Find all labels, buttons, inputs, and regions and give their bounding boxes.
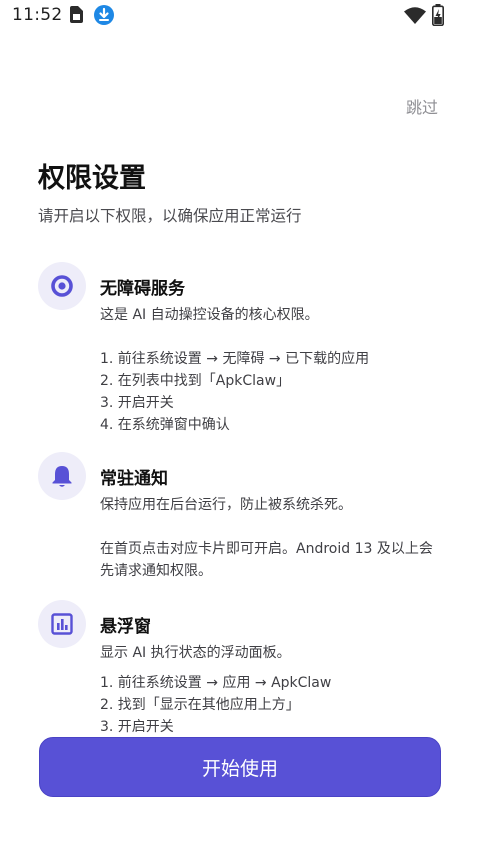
permission-steps: 1. 前往系统设置 → 应用 → ApkClaw 2. 找到「显示在其他应用上方…: [100, 672, 445, 734]
step-item: 2. 找到「显示在其他应用上方」: [100, 697, 300, 713]
bell-icon: [38, 452, 86, 500]
permission-note: 在首页点击对应卡片即可开启。Android 13 及以上会先请求通知权限。: [100, 541, 433, 579]
radio-target-icon: [38, 262, 86, 310]
skip-button[interactable]: 跳过: [406, 94, 438, 118]
permission-steps: 1. 前往系统设置 → 无障碍 → 已下载的应用 2. 在列表中找到「ApkCl…: [100, 348, 445, 436]
start-button[interactable]: 开始使用: [39, 737, 441, 797]
bar-chart-icon: [38, 600, 86, 648]
step-item: 1. 前往系统设置 → 无障碍 → 已下载的应用: [100, 351, 370, 367]
permission-setup-screen: 11:52 跳过 权限设置 请开启以下权限，以确保应用正常运行 无障碍服务 这是…: [0, 0, 480, 855]
permission-item-overlay: 悬浮窗 显示 AI 执行状态的浮动面板。 1. 前往系统设置 → 应用 → Ap…: [38, 600, 448, 734]
permission-item-notification: 常驻通知 保持应用在后台运行，防止被系统杀死。 在首页点击对应卡片即可开启。An…: [38, 452, 448, 582]
status-time: 11:52: [12, 5, 63, 25]
step-item: 3. 开启开关: [100, 395, 174, 411]
permission-description: 显示 AI 执行状态的浮动面板。: [100, 645, 291, 661]
step-item: 1. 前往系统设置 → 应用 → ApkClaw: [100, 675, 332, 691]
permission-title: 无障碍服务: [100, 279, 185, 299]
page-subtitle: 请开启以下权限，以确保应用正常运行: [38, 207, 302, 225]
download-icon: [94, 5, 114, 29]
step-item: 4. 在系统弹窗中确认: [100, 417, 230, 433]
permission-item-accessibility: 无障碍服务 这是 AI 自动操控设备的核心权限。 1. 前往系统设置 → 无障碍…: [38, 262, 448, 442]
step-item: 3. 开启开关: [100, 719, 174, 734]
status-bar: 11:52: [0, 0, 480, 34]
permission-title: 悬浮窗: [100, 617, 151, 637]
wifi-icon: [404, 7, 426, 28]
page-title: 权限设置: [38, 163, 146, 194]
sim-card-icon: [70, 6, 83, 27]
permission-description: 这是 AI 自动操控设备的核心权限。: [100, 307, 319, 323]
permission-title: 常驻通知: [100, 469, 168, 489]
permission-description: 保持应用在后台运行，防止被系统杀死。: [100, 497, 352, 513]
permission-list[interactable]: 无障碍服务 这是 AI 自动操控设备的核心权限。 1. 前往系统设置 → 无障碍…: [0, 250, 480, 734]
step-item: 2. 在列表中找到「ApkClaw」: [100, 373, 291, 389]
battery-charging-icon: [432, 4, 444, 30]
